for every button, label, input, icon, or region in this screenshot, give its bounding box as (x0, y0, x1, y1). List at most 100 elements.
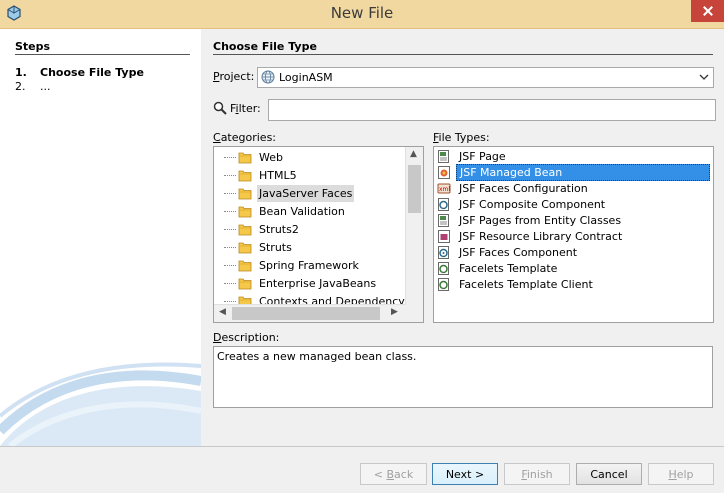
file-type-item[interactable]: JSF Managed Bean (434, 164, 711, 181)
label-text: ategories: (220, 131, 277, 144)
tree-connector (224, 211, 236, 213)
category-label: Web (259, 151, 283, 164)
vertical-scrollbar[interactable]: ▲ (405, 147, 423, 305)
category-label: JavaServer Faces (257, 185, 355, 202)
file-type-item[interactable]: xml JSF Faces Configuration (434, 180, 711, 197)
category-item[interactable]: HTML5 (214, 167, 406, 184)
file-type-item[interactable]: JSF Page (434, 148, 711, 165)
description-label: Description: (213, 331, 279, 344)
step-number: 2. (15, 80, 26, 93)
file-type-item[interactable]: JSF Faces Component (434, 244, 711, 261)
mnemonic: H (668, 468, 677, 481)
tree-connector (224, 301, 236, 303)
button-label: < (373, 468, 387, 481)
folder-icon (238, 278, 252, 290)
category-label: Enterprise JavaBeans (259, 277, 377, 290)
project-combobox[interactable]: LoginASM (257, 67, 714, 88)
step-label: ... (40, 80, 51, 93)
label-text: escription: (221, 331, 280, 344)
button-label: ack (394, 468, 414, 481)
button-label: Cancel (590, 468, 628, 481)
file-types-label: File Types: (433, 131, 490, 144)
scrollbar-corner (406, 305, 423, 322)
category-item[interactable]: Web (214, 149, 406, 166)
faces-config-icon: xml (437, 183, 451, 194)
step-label: Choose File Type (40, 66, 144, 79)
file-type-label: JSF Managed Bean (456, 164, 710, 181)
file-types-list[interactable]: JSF Page JSF Managed Bean xml JSF Faces Con… (433, 146, 714, 323)
file-type-item[interactable]: JSF Pages from Entity Classes (434, 212, 711, 229)
scroll-up-icon[interactable]: ▲ (410, 149, 417, 159)
next-button[interactable]: Next > (432, 463, 498, 485)
categories-tree[interactable]: Contexts and Dependency Inje Enterprise J… (213, 146, 424, 323)
scroll-thumb[interactable] (408, 165, 421, 213)
file-type-label: JSF Faces Component (459, 246, 578, 259)
finish-button[interactable]: Finish (504, 463, 570, 485)
file-type-label: JSF Composite Component (459, 198, 606, 211)
category-item[interactable]: Bean Validation (214, 203, 406, 220)
category-label: Struts2 (259, 223, 299, 236)
composite-component-icon (438, 198, 449, 211)
folder-icon (238, 260, 252, 272)
category-label: Spring Framework (259, 259, 359, 272)
file-type-label: JSF Resource Library Contract (459, 230, 623, 243)
title-bar: New File (0, 0, 724, 29)
description-box: Creates a new managed bean class. (213, 346, 713, 408)
scroll-left-icon[interactable]: ◀ (219, 307, 226, 317)
file-type-item[interactable]: JSF Composite Component (434, 196, 711, 213)
file-type-label: Facelets Template Client (459, 278, 593, 291)
filter-label: Filter: (230, 102, 261, 115)
folder-icon (238, 170, 252, 182)
category-item[interactable]: Spring Framework (214, 257, 406, 274)
file-type-label: Facelets Template (459, 262, 558, 275)
decorative-swoosh-graphic (0, 362, 201, 446)
category-label: Bean Validation (259, 205, 345, 218)
faces-component-icon (438, 246, 449, 259)
file-type-item[interactable]: Facelets Template (434, 260, 711, 277)
footer-divider (0, 446, 724, 447)
horizontal-scrollbar[interactable]: ◀ ▶ (214, 304, 406, 322)
tree-connector (224, 247, 236, 249)
svg-text:xml: xml (439, 186, 450, 193)
category-item[interactable]: Struts (214, 239, 406, 256)
filter-input[interactable] (268, 99, 716, 121)
category-item[interactable]: Struts2 (214, 221, 406, 238)
panel-title: Choose File Type (213, 40, 317, 53)
button-label: elp (676, 468, 694, 481)
cancel-button[interactable]: Cancel (576, 463, 642, 485)
scroll-right-icon[interactable]: ▶ (391, 307, 398, 317)
tree-connector (224, 193, 236, 195)
step-item: 2.... (15, 80, 51, 93)
mnemonic: C (213, 131, 221, 144)
description-text: Creates a new managed bean class. (217, 350, 417, 363)
label-text: roject: (219, 70, 255, 83)
tree-connector (224, 229, 236, 231)
mnemonic: B (386, 468, 395, 481)
project-label: Project: (213, 70, 254, 83)
facelets-template-icon (438, 262, 449, 275)
tree-connector (224, 265, 236, 267)
file-type-label: JSF Faces Configuration (459, 182, 588, 195)
help-button[interactable]: Help (648, 463, 714, 485)
category-item[interactable]: JavaServer Faces (214, 185, 406, 202)
category-item[interactable]: Enterprise JavaBeans (214, 275, 406, 292)
close-button[interactable] (691, 0, 724, 22)
folder-icon (238, 224, 252, 236)
back-button[interactable]: < Back (360, 463, 427, 485)
tree-connector (224, 157, 236, 159)
categories-label: Categories: (213, 131, 276, 144)
file-type-item[interactable]: JSF Resource Library Contract (434, 228, 711, 245)
folder-icon (238, 188, 252, 200)
globe-icon (261, 70, 275, 84)
folder-icon (238, 242, 252, 254)
facelets-template-icon (438, 278, 449, 291)
step-number: 1. (15, 66, 27, 79)
file-type-item[interactable]: Facelets Template Client (434, 276, 711, 293)
window-title: New File (330, 4, 394, 22)
steps-divider (15, 54, 190, 55)
label-text: ile Types: (438, 131, 490, 144)
project-value: LoginASM (279, 71, 333, 84)
chevron-down-icon[interactable] (698, 71, 710, 83)
panel-divider (213, 54, 713, 55)
scroll-thumb[interactable] (232, 307, 380, 320)
